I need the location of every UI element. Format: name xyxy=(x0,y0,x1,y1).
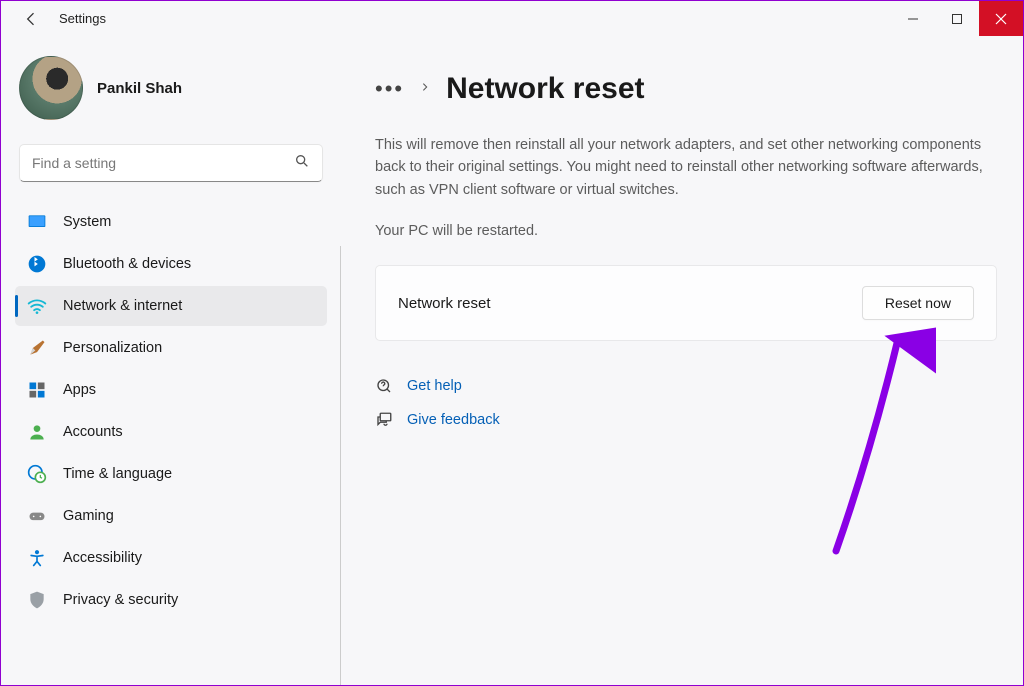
window-controls xyxy=(891,1,1023,36)
back-icon[interactable] xyxy=(21,9,41,29)
page-title: Network reset xyxy=(446,72,644,106)
more-icon[interactable]: ••• xyxy=(375,76,404,102)
minimize-button[interactable] xyxy=(891,1,935,36)
network-reset-card: Network reset Reset now xyxy=(375,265,997,341)
window-title: Settings xyxy=(59,11,106,26)
sidebar-item-network[interactable]: Network & internet xyxy=(15,286,327,326)
globe-clock-icon xyxy=(27,464,47,484)
avatar xyxy=(19,56,83,120)
give-feedback-link[interactable]: Give feedback xyxy=(407,412,500,428)
chevron-right-icon xyxy=(420,80,430,99)
help-links: Get help Give feedback xyxy=(375,377,997,429)
sidebar-item-label: Bluetooth & devices xyxy=(63,256,191,272)
sidebar-item-apps[interactable]: Apps xyxy=(15,370,327,410)
sidebar-item-label: Accounts xyxy=(63,424,123,440)
sidebar-item-label: Time & language xyxy=(63,466,172,482)
sidebar-item-system[interactable]: System xyxy=(15,202,327,242)
sidebar-item-label: Accessibility xyxy=(63,550,142,566)
help-icon xyxy=(375,377,393,395)
breadcrumb: ••• Network reset xyxy=(375,72,997,106)
reset-now-button[interactable]: Reset now xyxy=(862,286,974,320)
content: ••• Network reset This will remove then … xyxy=(341,36,1023,685)
sidebar-item-accessibility[interactable]: Accessibility xyxy=(15,538,327,578)
system-icon xyxy=(27,212,47,232)
profile[interactable]: Pankil Shah xyxy=(19,56,323,120)
close-button[interactable] xyxy=(979,1,1023,36)
sidebar-item-label: Apps xyxy=(63,382,96,398)
profile-name: Pankil Shah xyxy=(97,80,182,97)
sidebar-item-label: Gaming xyxy=(63,508,114,524)
shield-icon xyxy=(27,590,47,610)
sidebar-item-privacy[interactable]: Privacy & security xyxy=(15,580,327,620)
feedback-icon xyxy=(375,411,393,429)
gamepad-icon xyxy=(27,506,47,526)
nav: System Bluetooth & devices Network & int… xyxy=(15,202,327,620)
sidebar-item-time[interactable]: Time & language xyxy=(15,454,327,494)
sidebar-item-accounts[interactable]: Accounts xyxy=(15,412,327,452)
sidebar-item-gaming[interactable]: Gaming xyxy=(15,496,327,536)
apps-icon xyxy=(27,380,47,400)
search-box[interactable] xyxy=(19,144,323,182)
sidebar-item-label: Personalization xyxy=(63,340,162,356)
wifi-icon xyxy=(27,296,47,316)
sidebar-item-label: System xyxy=(63,214,111,230)
sidebar-item-bluetooth[interactable]: Bluetooth & devices xyxy=(15,244,327,284)
restart-note: Your PC will be restarted. xyxy=(375,223,997,239)
person-icon xyxy=(27,422,47,442)
card-label: Network reset xyxy=(398,295,491,312)
accessibility-icon xyxy=(27,548,47,568)
sidebar-item-label: Network & internet xyxy=(63,298,182,314)
maximize-button[interactable] xyxy=(935,1,979,36)
search-input[interactable] xyxy=(32,155,294,171)
search-icon xyxy=(294,153,310,174)
bluetooth-icon xyxy=(27,254,47,274)
page-description: This will remove then reinstall all your… xyxy=(375,134,995,201)
sidebar-item-label: Privacy & security xyxy=(63,592,178,608)
sidebar-item-personalization[interactable]: Personalization xyxy=(15,328,327,368)
titlebar: Settings xyxy=(1,1,1023,36)
get-help-link[interactable]: Get help xyxy=(407,378,462,394)
paintbrush-icon xyxy=(27,338,47,358)
sidebar: Pankil Shah System Bluetooth & devices N… xyxy=(1,36,341,685)
